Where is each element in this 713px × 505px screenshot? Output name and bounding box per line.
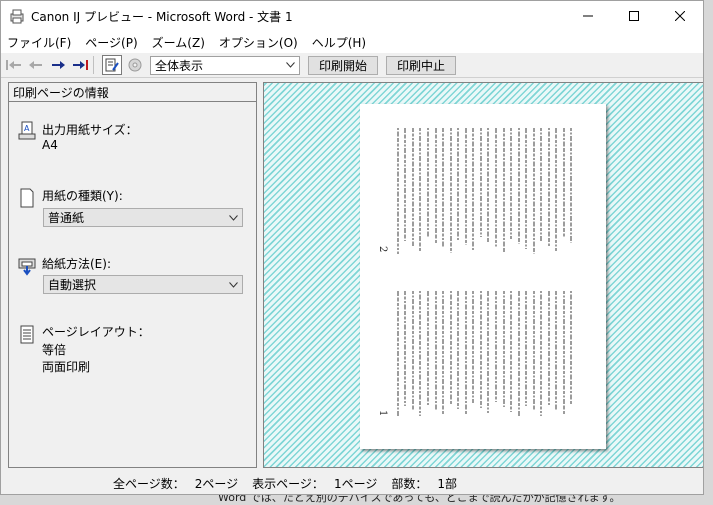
minimize-icon [583,15,593,17]
preview-page-content: 2 1 [377,128,572,416]
window-title: Canon IJ プレビュー - Microsoft Word - 文書 1 [31,9,293,24]
document-edit-icon [105,58,119,72]
disc-icon [128,58,142,72]
page-layout-icon [20,325,34,344]
shown-page-value: 1ページ [333,476,378,491]
total-pages-field: 全ページ数： 2ページ [113,475,238,492]
media-type-value: 普通紙 [48,211,85,225]
paper-feed-icon [18,258,36,276]
copies-value: 1部 [437,476,457,491]
paper-source-dropdown[interactable]: 自動選択 [43,275,243,294]
zoom-select[interactable]: 全体表示 [150,55,300,75]
last-page-button[interactable] [71,56,89,74]
minimize-button[interactable] [565,1,611,31]
menu-options[interactable]: オプション(O) [219,34,298,51]
svg-text:A: A [24,124,30,133]
first-page-icon [6,60,21,70]
previous-page-icon [29,61,42,69]
chevron-down-icon [286,62,295,68]
total-pages-label: 全ページ数： [113,476,185,491]
paper-size-value: A4 [42,138,58,152]
print-info-panel: 印刷ページの情報 A 出力用紙サイズ： A4 用紙の種類(Y): 普通紙 給紙方… [8,82,257,468]
page-number-top: 2 [377,246,388,252]
copies-field: 部数： 1部 [391,475,457,492]
last-page-icon [73,60,88,70]
page-number-bottom: 1 [377,410,388,416]
zoom-select-value: 全体表示 [155,58,204,73]
next-page-icon [52,61,65,69]
shown-page-label: 表示ページ： [252,476,324,491]
media-type-label: 用紙の種類(Y): [42,189,123,203]
close-button[interactable] [657,1,703,31]
canon-printer-icon [10,9,24,24]
page-layout-label: ページレイアウト： [42,325,150,339]
menu-zoom[interactable]: ズーム(Z) [152,34,205,51]
paper-size-label: 出力用紙サイズ： [42,123,138,137]
chevron-down-icon [229,214,238,221]
total-pages-value: 2ページ [194,476,239,491]
paper-sheet-icon [20,188,34,208]
menu-file[interactable]: ファイル(F) [7,34,71,51]
toolbar: 全体表示 印刷開始 印刷中止 [1,53,703,78]
page-info-button[interactable] [102,55,122,75]
media-type-dropdown[interactable]: 普通紙 [43,208,243,227]
panel-header: 印刷ページの情報 [9,83,256,102]
copies-label: 部数： [391,476,428,491]
status-bar: 全ページ数： 2ページ 表示ページ： 1ページ 部数： 1部 [1,470,703,494]
close-icon [675,11,685,21]
disc-label-button[interactable] [126,56,144,74]
preview-window: Canon IJ プレビュー - Microsoft Word - 文書 1 フ… [0,0,704,495]
menu-help[interactable]: ヘルプ(H) [312,34,366,51]
layout-duplex-value: 両面印刷 [42,360,91,374]
maximize-button[interactable] [611,1,657,31]
menu-bar: ファイル(F) ページ(P) ズーム(Z) オプション(O) ヘルプ(H) [1,31,703,53]
next-page-button[interactable] [49,56,67,74]
layout-scale-value: 等倍 [42,343,67,357]
chevron-down-icon [229,281,238,288]
print-start-button[interactable]: 印刷開始 [308,55,379,75]
paper-source-value: 自動選択 [48,278,97,292]
maximize-icon [629,11,639,21]
first-page-button[interactable] [5,56,23,74]
previous-page-button[interactable] [27,56,45,74]
preview-area[interactable]: 2 1 [263,82,703,468]
preview-page: 2 1 [360,104,606,449]
title-bar[interactable]: Canon IJ プレビュー - Microsoft Word - 文書 1 [1,1,703,31]
toolbar-separator [93,56,94,74]
menu-page[interactable]: ページ(P) [85,34,137,51]
paper-source-label: 給紙方法(E): [42,257,111,271]
shown-page-field: 表示ページ： 1ページ [252,475,377,492]
print-cancel-button[interactable]: 印刷中止 [386,55,457,75]
paper-size-icon: A [18,121,36,140]
